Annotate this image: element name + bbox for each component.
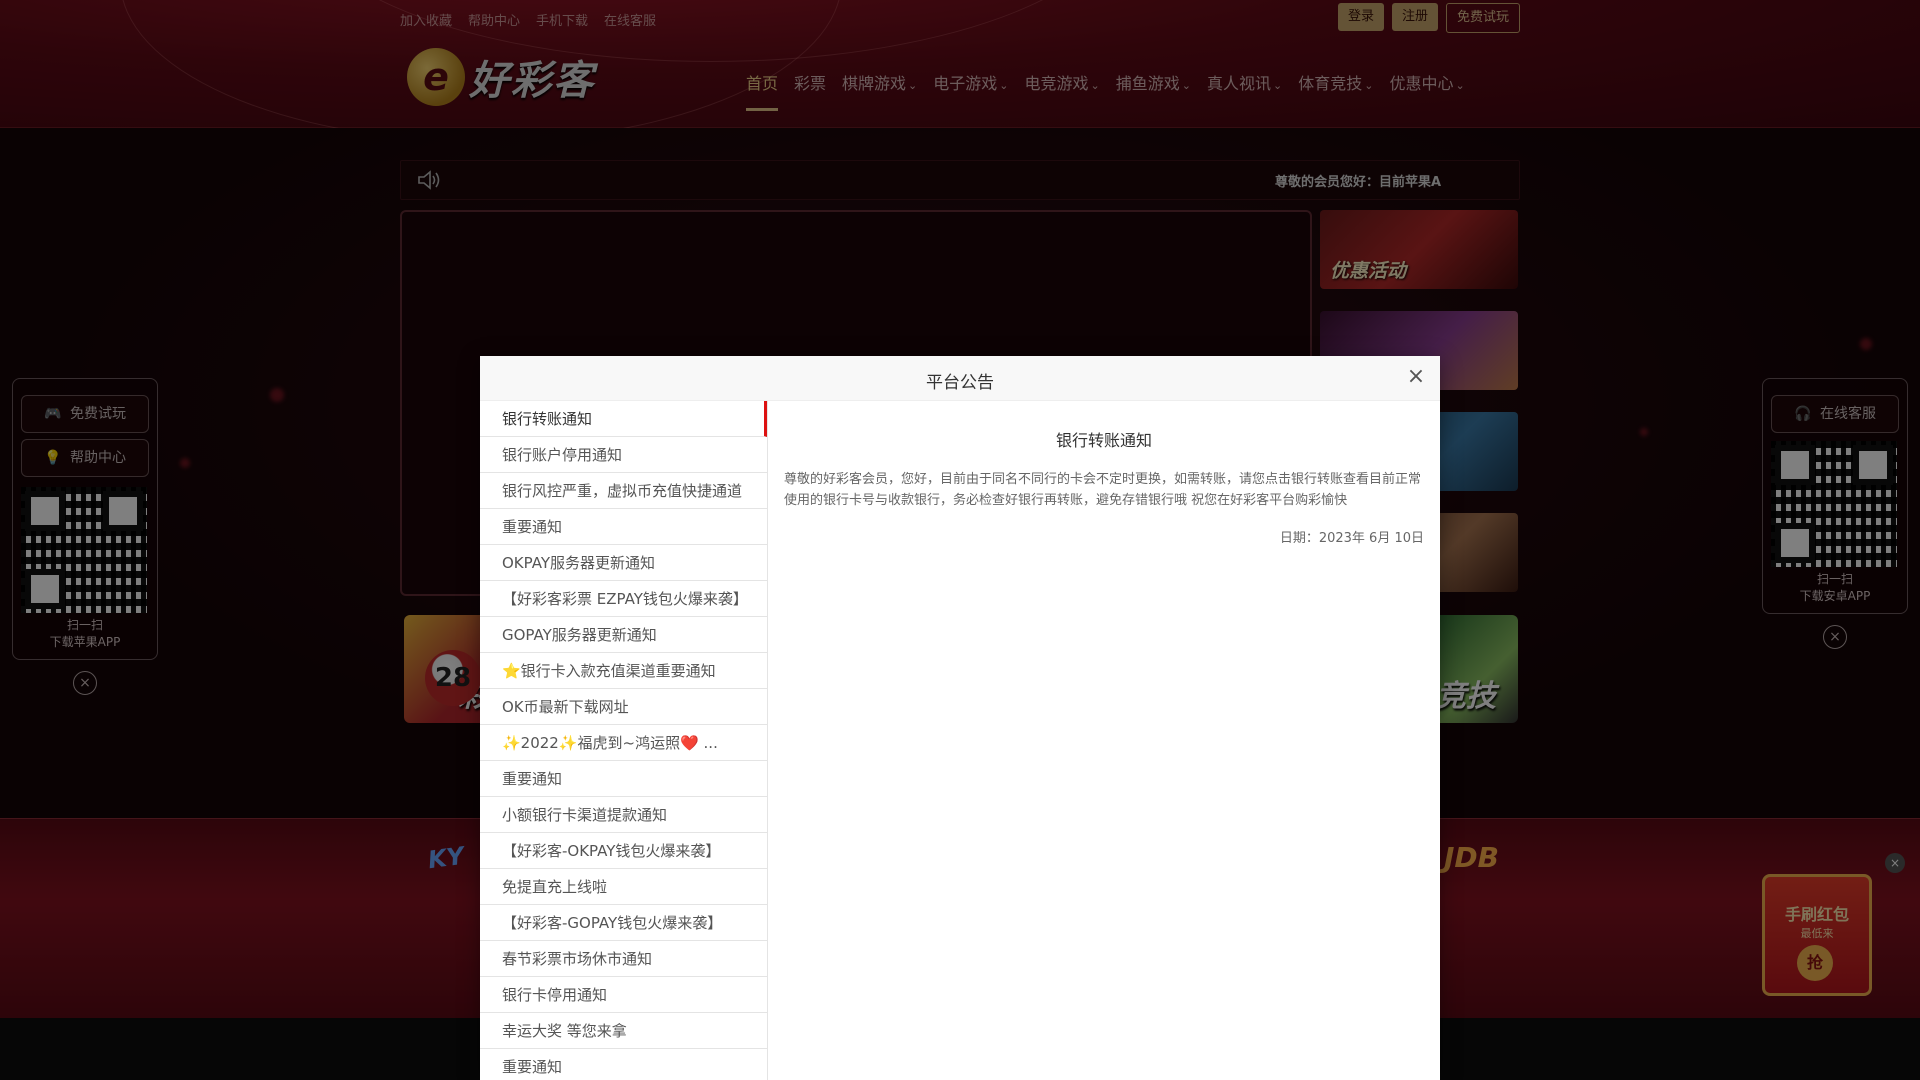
- list-item[interactable]: ⭐银行卡入款充值渠道重要通知: [480, 653, 767, 689]
- detail-title: 银行转账通知: [1055, 431, 1152, 450]
- list-item[interactable]: 重要通知: [480, 1049, 767, 1080]
- list-item[interactable]: OKPAY服务器更新通知: [480, 545, 767, 581]
- detail-body: 尊敬的好彩客会员，您好，目前由于同名不同行的卡会不定时更换，如需转账，请您点击银…: [784, 472, 1422, 508]
- detail-date: 日期：2023年 6月 10日: [1279, 531, 1424, 546]
- list-item[interactable]: 【好彩客-OKPAY钱包火爆来袭】: [480, 833, 767, 869]
- list-item[interactable]: 免提直充上线啦: [480, 869, 767, 905]
- modal-header: 平台公告 ×: [480, 356, 1440, 401]
- list-item[interactable]: 银行风控严重，虚拟币充值快捷通道: [480, 473, 767, 509]
- list-item[interactable]: OK币最新下载网址: [480, 689, 767, 725]
- list-item[interactable]: 幸运大奖 等您来拿: [480, 1013, 767, 1049]
- close-icon[interactable]: ×: [1404, 366, 1428, 390]
- list-item[interactable]: 重要通知: [480, 509, 767, 545]
- list-item[interactable]: GOPAY服务器更新通知: [480, 617, 767, 653]
- announcement-modal: 平台公告 × 银行转账通知 银行账户停用通知 银行风控严重，虚拟币充值快捷通道 …: [480, 356, 1440, 1080]
- list-item[interactable]: 银行转账通知: [480, 401, 767, 437]
- modal-title: 平台公告: [926, 373, 994, 393]
- announcement-detail: 银行转账通知 尊敬的好彩客会员，您好，目前由于同名不同行的卡会不定时更换，如需转…: [784, 401, 1424, 546]
- list-item[interactable]: 小额银行卡渠道提款通知: [480, 797, 767, 833]
- list-item[interactable]: 银行卡停用通知: [480, 977, 767, 1013]
- announcement-list: 银行转账通知 银行账户停用通知 银行风控严重，虚拟币充值快捷通道 重要通知 OK…: [480, 401, 768, 1080]
- list-item[interactable]: 春节彩票市场休市通知: [480, 941, 767, 977]
- list-item[interactable]: 【好彩客-GOPAY钱包火爆来袭】: [480, 905, 767, 941]
- list-item[interactable]: 【好彩客彩票 EZPAY钱包火爆来袭】: [480, 581, 767, 617]
- list-item[interactable]: 重要通知: [480, 761, 767, 797]
- list-item[interactable]: ✨2022✨福虎到~鸿运照❤️ ...: [480, 725, 767, 761]
- list-item[interactable]: 银行账户停用通知: [480, 437, 767, 473]
